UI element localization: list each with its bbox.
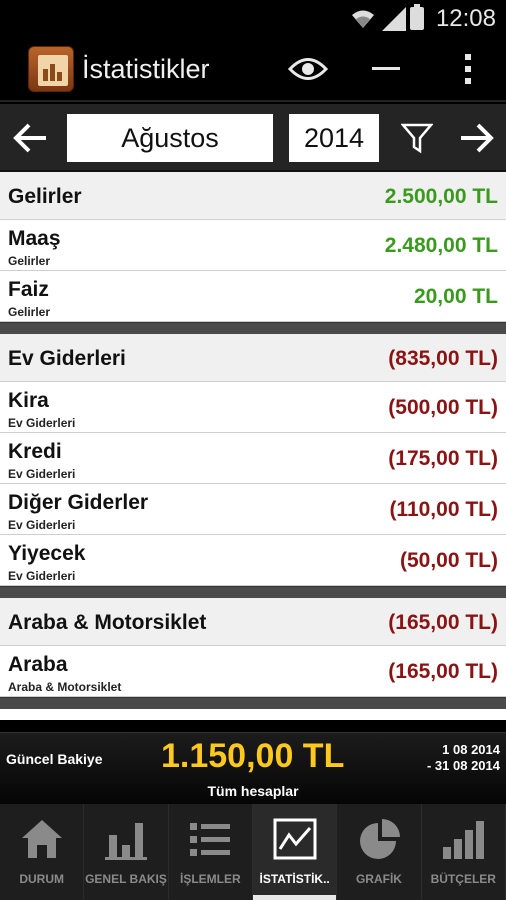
balance-value: 1.150,00 TL xyxy=(161,737,345,775)
list-icon xyxy=(190,823,231,856)
year-selector[interactable]: 2014 xyxy=(289,114,379,162)
date-range-end: - 31 08 2014 xyxy=(426,758,500,773)
list-item[interactable]: Araba Araba & Motorsiklet (165,00 TL) xyxy=(0,646,506,697)
list-item[interactable]: Yiyecek Ev Giderleri (50,00 TL) xyxy=(0,535,506,586)
item-category: Ev Giderleri xyxy=(8,518,76,532)
nav-tab-durum[interactable]: DURUM xyxy=(0,804,85,900)
arrow-right-icon xyxy=(461,123,494,153)
statistics-list[interactable]: Gelirler 2.500,00 TL Maaş Gelirler 2.480… xyxy=(0,172,506,720)
period-selector: Ağustos 2014 xyxy=(0,104,506,172)
item-amount: (110,00 TL) xyxy=(389,498,498,521)
item-category: Gelirler xyxy=(8,305,51,319)
group-header-home-expenses[interactable]: Ev Giderleri (835,00 TL) xyxy=(0,334,506,382)
nav-tab-islemler[interactable]: İŞLEMLER xyxy=(169,804,253,900)
arrow-left-icon xyxy=(13,123,46,153)
item-category: Ev Giderleri xyxy=(8,569,76,583)
home-icon xyxy=(21,820,62,858)
item-name: Diğer Giderler xyxy=(8,491,149,514)
signal-icon xyxy=(382,7,406,31)
list-item[interactable]: Maaş Gelirler 2.480,00 TL xyxy=(0,220,506,271)
balance-label: Güncel Bakiye xyxy=(6,751,103,767)
item-amount: 2.480,00 TL xyxy=(384,234,498,257)
nav-tab-butceler[interactable]: BÜTÇELER xyxy=(422,804,506,900)
item-category: Ev Giderleri xyxy=(8,416,76,430)
item-amount: (165,00 TL) xyxy=(388,660,498,683)
list-item[interactable]: Faiz Gelirler 20,00 TL xyxy=(0,271,506,322)
budget-bars-icon xyxy=(443,821,485,859)
bottom-navigation: DURUM GENEL BAKIŞ İŞLEMLER İSTATİSTİK.. … xyxy=(0,804,506,900)
group-separator xyxy=(0,586,506,598)
item-name: Yiyecek xyxy=(8,542,86,565)
wifi-icon xyxy=(352,10,374,28)
item-amount: (50,00 TL) xyxy=(399,549,498,572)
date-range-start: 1 08 2014 xyxy=(442,742,500,757)
pie-chart-icon xyxy=(359,819,400,859)
line-chart-icon xyxy=(273,818,317,860)
group-total: (165,00 TL) xyxy=(388,611,498,634)
list-item[interactable]: Kira Ev Giderleri (500,00 TL) xyxy=(0,382,506,433)
eye-icon[interactable] xyxy=(283,47,333,91)
nav-label: DURUM xyxy=(19,872,64,886)
item-name: Faiz xyxy=(8,278,49,301)
balance-summary: Güncel Bakiye 1.150,00 TL Tüm hesaplar 1… xyxy=(0,732,506,804)
battery-icon xyxy=(410,4,424,30)
month-selector[interactable]: Ağustos xyxy=(67,114,273,162)
item-name: Kredi xyxy=(8,440,62,463)
group-header-car-motorcycle[interactable]: Araba & Motorsiklet (165,00 TL) xyxy=(0,598,506,646)
group-name: Gelirler xyxy=(8,185,82,208)
item-amount: 20,00 TL xyxy=(413,285,498,308)
list-item[interactable]: Diğer Giderler Ev Giderleri (110,00 TL) xyxy=(0,484,506,535)
page-title: İstatistikler xyxy=(82,54,210,84)
group-separator xyxy=(0,697,506,709)
item-amount: (175,00 TL) xyxy=(388,447,498,470)
group-separator xyxy=(0,322,506,334)
item-name: Kira xyxy=(8,389,49,412)
nav-label: BÜTÇELER xyxy=(430,872,496,886)
status-bar: 12:08 xyxy=(0,0,506,37)
item-category: Ev Giderleri xyxy=(8,467,76,481)
nav-label: GENEL BAKIŞ xyxy=(85,872,167,886)
filter-icon[interactable] xyxy=(395,118,439,158)
item-name: Araba xyxy=(8,653,68,676)
list-item[interactable]: Kredi Ev Giderleri (175,00 TL) xyxy=(0,433,506,484)
action-bar: İstatistikler xyxy=(0,37,506,102)
nav-tab-grafik[interactable]: GRAFİK xyxy=(337,804,422,900)
nav-label: İSTATİSTİK.. xyxy=(259,872,330,886)
accounts-filter[interactable]: Tüm hesaplar xyxy=(0,783,506,799)
item-category: Gelirler xyxy=(8,254,51,268)
nav-label: İŞLEMLER xyxy=(179,872,241,886)
bar-chart-icon xyxy=(104,823,147,860)
item-category: Araba & Motorsiklet xyxy=(8,680,122,694)
nav-tab-istatistikler[interactable]: İSTATİSTİK.. xyxy=(252,804,338,900)
status-time: 12:08 xyxy=(435,5,496,32)
next-month-button[interactable] xyxy=(453,114,501,162)
item-amount: (500,00 TL) xyxy=(388,396,498,419)
previous-month-button[interactable] xyxy=(6,114,54,162)
group-name: Ev Giderleri xyxy=(8,347,126,370)
group-total: 2.500,00 TL xyxy=(384,185,498,208)
nav-tab-genel-bakis[interactable]: GENEL BAKIŞ xyxy=(84,804,169,900)
nav-label: GRAFİK xyxy=(355,872,402,886)
group-name: Araba & Motorsiklet xyxy=(8,611,207,634)
group-header-income[interactable]: Gelirler 2.500,00 TL xyxy=(0,172,506,220)
item-name: Maaş xyxy=(8,227,61,250)
collapse-button[interactable] xyxy=(362,47,412,91)
group-total: (835,00 TL) xyxy=(388,347,498,370)
app-logo-icon[interactable] xyxy=(28,46,74,92)
overflow-menu-icon[interactable] xyxy=(443,47,493,91)
